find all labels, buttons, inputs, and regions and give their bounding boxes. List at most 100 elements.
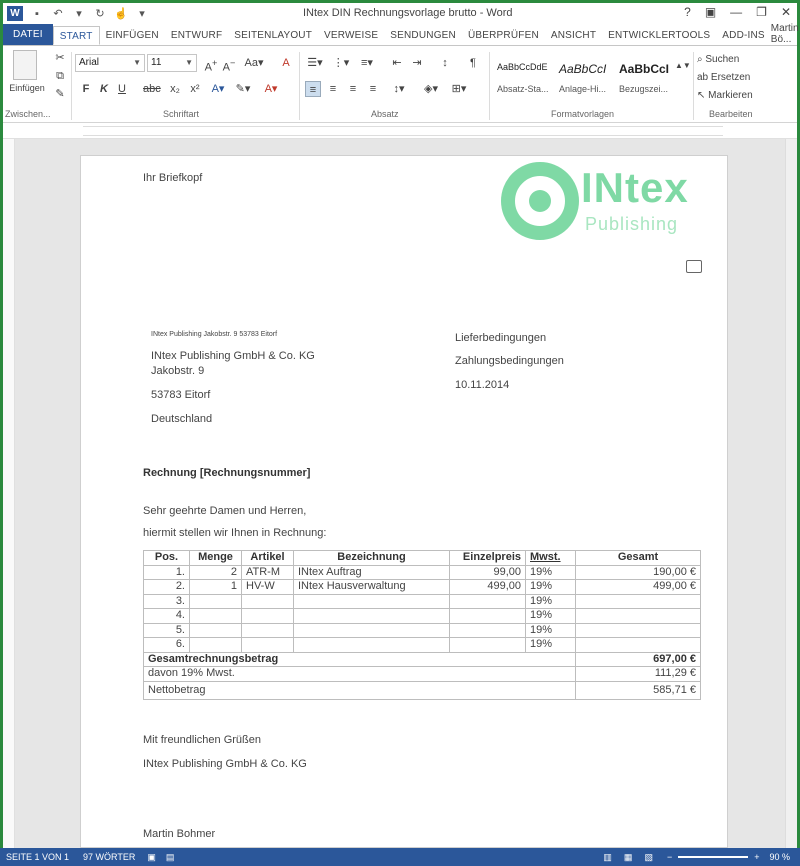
font-color-icon[interactable]: A▾ [261,81,281,97]
tab-insert[interactable]: EINFÜGEN [100,26,165,45]
cell-unit-price: 499,00 [449,579,526,595]
cell-article [241,637,294,653]
logo-wordmark: INtex [581,164,689,211]
change-case-icon[interactable]: Aa▾ [243,55,265,71]
tab-addins[interactable]: ADD-INS [716,26,771,45]
zoom-level[interactable]: 90 % [769,852,790,862]
print-layout-icon[interactable]: ▦ [624,852,633,863]
replace-button[interactable]: ab Ersetzen [697,70,767,86]
styles-scroll-icon[interactable]: ▲▼ [675,58,691,74]
group-editing-label: Bearbeiten [709,109,753,119]
style-item-bezug[interactable]: AaBbCcI Bezugszei... [615,54,675,98]
text-effects-icon[interactable]: A▾ [209,81,227,97]
cut-icon[interactable]: ✂ [53,50,67,66]
close-button[interactable]: ✕ [781,5,791,19]
subscript-icon[interactable]: x₂ [167,81,183,97]
word-count[interactable]: 97 WÖRTER [83,852,135,862]
title-bar: W ▪ ↶ ▾ ↻ ☝ ▾ INtex DIN Rechnungsvorlage… [3,3,797,24]
align-right-icon[interactable]: ≡ [345,81,361,97]
vertical-ruler[interactable] [3,139,15,848]
recipient-line: Deutschland [151,413,213,425]
status-bar: SEITE 1 VON 1 97 WÖRTER ▣ ▤ ▥ ▦ ▧ − + 90… [0,848,800,866]
justify-icon[interactable]: ≡ [365,81,381,97]
show-formatting-icon[interactable]: ¶ [465,55,481,71]
tab-start[interactable]: START [52,26,100,45]
web-layout-icon[interactable]: ▧ [644,852,653,863]
zoom-in-icon[interactable]: + [754,852,759,862]
touch-mode-icon[interactable]: ☝ [114,7,128,21]
user-account[interactable]: Martin Bö... [771,23,800,45]
decrease-indent-icon[interactable]: ⇤ [389,55,405,71]
strikethrough-icon[interactable]: abc [143,81,161,97]
search-button[interactable]: ⌕ Suchen [697,52,767,68]
replace-icon: ab [697,72,711,83]
sort-icon[interactable]: ↕ [437,55,453,71]
undo-icon[interactable]: ↶ [51,7,65,21]
bold-icon[interactable]: F [79,81,93,97]
restore-button[interactable]: ❐ [756,5,767,19]
group-font-label: Schriftart [163,109,200,119]
search-label: Suchen [705,54,740,65]
copy-icon[interactable]: ⧉ [53,68,67,84]
minimize-button[interactable]: — [730,5,742,19]
select-button[interactable]: ↖ Markieren [697,88,777,104]
align-center-icon[interactable]: ≡ [325,81,341,97]
help-button[interactable]: ? [684,5,691,19]
zoom-slider[interactable] [678,856,749,858]
horizontal-ruler[interactable] [3,123,797,139]
signature-name: Martin Bohmer [143,828,216,840]
tab-page-layout[interactable]: SEITENLAYOUT [228,26,318,45]
proofing-icon[interactable]: ▣ [147,852,156,863]
shrink-font-icon[interactable]: A− [221,55,237,74]
line-spacing-icon[interactable]: ↕▾ [389,81,409,97]
grow-font-icon[interactable]: A+ [203,55,219,74]
font-size-combo[interactable]: 11 ▼ [147,54,197,72]
highlight-icon[interactable]: ✎▾ [233,81,253,97]
paste-button[interactable]: Einfügen [5,80,49,96]
vertical-scrollbar[interactable] [785,139,797,848]
underline-icon[interactable]: U [115,81,129,97]
save-icon[interactable]: ▪ [30,7,44,21]
superscript-icon[interactable]: x² [187,81,203,97]
col-header: Pos. [143,550,190,566]
tab-references[interactable]: VERWEISE [318,26,384,45]
customize-qat-icon[interactable]: ▾ [135,7,149,21]
zoom-out-icon[interactable]: − [667,852,672,862]
tab-file[interactable]: DATEI [3,24,53,45]
align-left-icon[interactable]: ≡ [305,81,321,97]
page-count[interactable]: SEITE 1 VON 1 [6,852,69,862]
numbering-icon[interactable]: ⋮▾ [331,55,351,71]
cell-description [293,637,450,653]
clear-formatting-icon[interactable]: A [278,55,294,71]
cell-vat: 19% [525,593,576,609]
document-page[interactable]: Ihr Briefkopf INtex Publishing INtex Pub… [80,155,728,848]
tab-design[interactable]: ENTWURF [165,26,228,45]
tab-developer[interactable]: ENTWICKLERTOOLS [602,26,716,45]
style-item-absatz[interactable]: AaBbCcDdE Absatz-Sta... [493,54,555,98]
tab-view[interactable]: ANSICHT [545,26,602,45]
style-item-anlage[interactable]: AaBbCcI Anlage-Hi... [555,54,615,98]
format-painter-icon[interactable]: ✎ [53,86,67,102]
read-mode-icon[interactable]: ▥ [603,852,612,863]
font-name-value: Arial [79,57,100,68]
font-name-combo[interactable]: Arial ▼ [75,54,145,72]
table-row: 1. 2 ATR-M INtex Auftrag 99,00 19% 190,0… [143,564,701,580]
cell-qty [189,593,242,609]
borders-icon[interactable]: ⊞▾ [449,81,469,97]
paste-icon[interactable] [13,50,37,80]
undo-dropdown-icon[interactable]: ▾ [72,7,86,21]
tab-review[interactable]: ÜBERPRÜFEN [462,26,545,45]
net-row: Nettobetrag 585,71 € [143,680,701,700]
increase-indent-icon[interactable]: ⇥ [409,55,425,71]
comment-icon[interactable] [686,260,702,273]
ribbon-display-button[interactable]: ▣ [705,5,716,19]
salutation: Sehr geehrte Damen und Herren, [143,505,307,517]
bullets-icon[interactable]: ☰▾ [305,55,325,71]
macro-icon[interactable]: ▤ [166,852,175,863]
cell-article [241,608,294,624]
shading-icon[interactable]: ◈▾ [421,81,441,97]
italic-icon[interactable]: K [97,81,111,97]
tab-mailings[interactable]: SENDUNGEN [384,26,462,45]
multilevel-list-icon[interactable]: ≡▾ [357,55,377,71]
redo-icon[interactable]: ↻ [93,7,107,21]
